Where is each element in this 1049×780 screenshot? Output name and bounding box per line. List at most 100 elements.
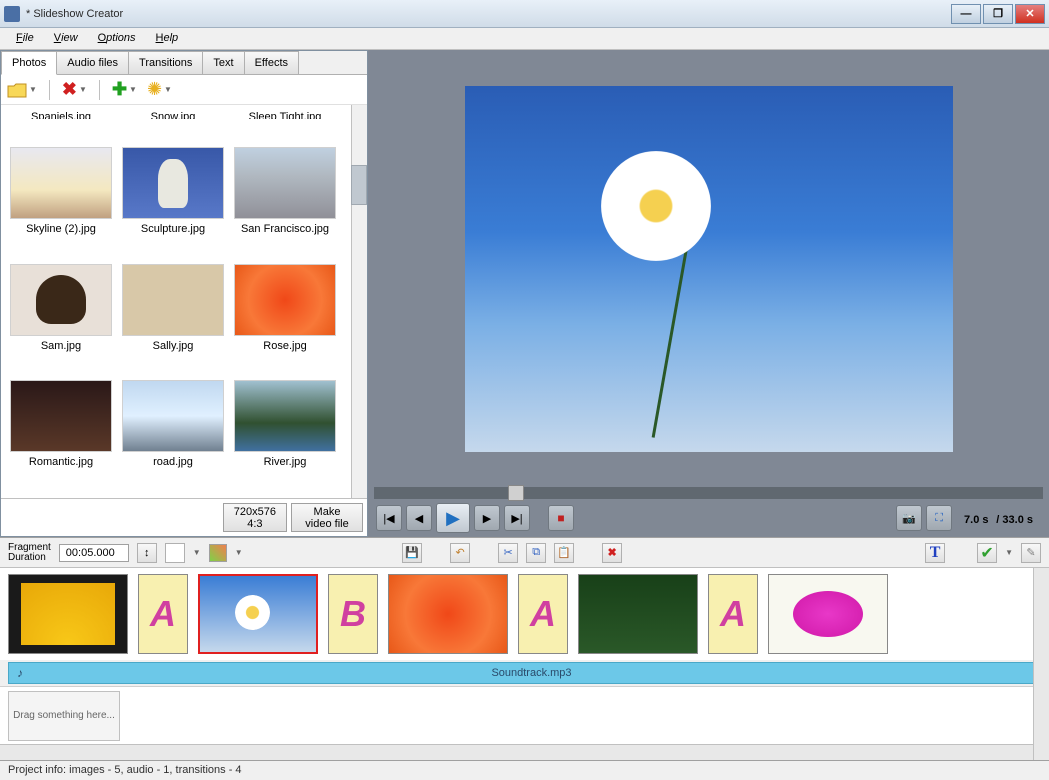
snapshot-button[interactable]: 📷 <box>896 505 922 531</box>
timeline-photo[interactable] <box>578 574 698 654</box>
menu-file[interactable]: File <box>6 28 44 49</box>
color-sample[interactable] <box>209 544 227 562</box>
folder-icon <box>7 81 27 99</box>
photo-item[interactable]: Sculpture.jpg <box>117 145 229 261</box>
tab-audio-files[interactable]: Audio files <box>56 51 129 74</box>
chevron-down-icon[interactable]: ▼ <box>193 548 201 557</box>
stop-button[interactable]: ■ <box>548 505 574 531</box>
photo-grid[interactable]: Spaniels.jpgSnow.jpgSleep Tight.jpg Skyli… <box>1 105 367 498</box>
skip-first-icon: |◀ <box>383 512 394 525</box>
timeline-vertical-scrollbar[interactable] <box>1033 568 1049 760</box>
save-button[interactable]: 💾 <box>402 543 422 563</box>
fragment-color-box[interactable] <box>165 543 185 563</box>
apply-button[interactable]: ✔ <box>977 543 997 563</box>
skip-last-icon: ▶| <box>511 512 522 525</box>
photo-label: Romantic.jpg <box>5 454 117 470</box>
menu-view[interactable]: View <box>44 28 88 49</box>
fullscreen-button[interactable]: ⛶ <box>926 505 952 531</box>
resolution-button[interactable]: 720x576 4:3 <box>223 503 287 532</box>
photo-item[interactable]: Sam.jpg <box>5 262 117 378</box>
chevron-down-icon[interactable]: ▼ <box>235 548 243 557</box>
timeline-photo[interactable] <box>768 574 888 654</box>
menu-options[interactable]: Options <box>88 28 146 49</box>
timeline-photo[interactable] <box>198 574 318 654</box>
photo-item[interactable]: Sleep Tight.jpg <box>229 109 341 121</box>
timeline-transition[interactable]: A <box>708 574 758 654</box>
photo-item[interactable]: Skyline (2).jpg <box>5 145 117 261</box>
next-icon: ▶ <box>483 512 491 525</box>
timeline-horizontal-scrollbar[interactable] <box>0 744 1049 760</box>
window-title: * Slideshow Creator <box>26 8 951 20</box>
seek-bar[interactable] <box>374 487 1043 499</box>
photo-item[interactable]: Sally.jpg <box>117 262 229 378</box>
tab-photos[interactable]: Photos <box>1 51 57 75</box>
photo-item[interactable]: Snow.jpg <box>117 109 229 121</box>
drop-zone[interactable]: Drag something here... <box>8 691 120 741</box>
make-video-button[interactable]: Make video file <box>291 503 363 532</box>
next-button[interactable]: ▶ <box>474 505 500 531</box>
timeline-transition[interactable]: B <box>328 574 378 654</box>
text-button[interactable]: T <box>925 543 945 563</box>
brush-button[interactable]: ✎ <box>1021 543 1041 563</box>
photo-label: Sleep Tight.jpg <box>229 109 341 119</box>
undo-icon: ↶ <box>456 546 465 559</box>
tab-transitions[interactable]: Transitions <box>128 51 203 74</box>
play-button[interactable]: ▶ <box>436 503 470 533</box>
time-display: 7.0 s / 33.0 s <box>956 510 1041 526</box>
last-button[interactable]: ▶| <box>504 505 530 531</box>
timeline-transition[interactable]: A <box>138 574 188 654</box>
prev-button[interactable]: ◀ <box>406 505 432 531</box>
maximize-button[interactable]: ❐ <box>983 4 1013 24</box>
timeline-transition[interactable]: A <box>518 574 568 654</box>
add-button[interactable]: ✚ ▼ <box>110 77 139 102</box>
chevron-down-icon[interactable]: ▼ <box>1005 548 1013 557</box>
delete-timeline-button[interactable]: ✖ <box>602 543 622 563</box>
tab-effects[interactable]: Effects <box>244 51 299 74</box>
transition-letter: B <box>340 593 366 635</box>
tab-text[interactable]: Text <box>202 51 244 74</box>
statusbar: Project info: images - 5, audio - 1, tra… <box>0 760 1049 780</box>
fragment-duration-input[interactable]: 00:05.000 <box>59 544 129 562</box>
camera-icon: 📷 <box>902 512 916 525</box>
timeline-photo[interactable] <box>8 574 128 654</box>
separator <box>49 80 50 100</box>
photo-item[interactable]: Rose.jpg <box>229 262 341 378</box>
timeline-video-row[interactable]: ABAA <box>0 568 1049 660</box>
timeline-toolbar: FragmentDuration 00:05.000 ↕ ▼ ▼ 💾 ↶ ✂ ⧉… <box>0 538 1049 568</box>
left-panel: Photos Audio files Transitions Text Effe… <box>0 50 368 537</box>
photo-item[interactable]: River.jpg <box>229 378 341 494</box>
chevron-down-icon: ▼ <box>164 85 172 94</box>
copy-button[interactable]: ⧉ <box>526 543 546 563</box>
menu-help[interactable]: Help <box>146 28 189 49</box>
close-button[interactable]: ✕ <box>1015 4 1045 24</box>
open-folder-button[interactable]: ▼ <box>5 79 39 101</box>
photo-item[interactable]: San Francisco.jpg <box>229 145 341 261</box>
preview-image <box>465 86 953 452</box>
fragment-stepper[interactable]: ↕ <box>137 543 157 563</box>
photo-item[interactable]: Spaniels.jpg <box>5 109 117 121</box>
scrollbar-thumb[interactable] <box>351 165 367 205</box>
effect-button[interactable]: ✺ ▼ <box>145 77 174 102</box>
delete-button[interactable]: ✖ ▼ <box>60 77 89 102</box>
photo-thumbnail <box>10 264 112 336</box>
preview-frame <box>465 86 953 452</box>
scissors-icon: ✂ <box>504 546 513 559</box>
fragment-duration-label: FragmentDuration <box>8 543 51 563</box>
photo-thumbnail <box>234 264 336 336</box>
timeline-photo[interactable] <box>388 574 508 654</box>
cut-button[interactable]: ✂ <box>498 543 518 563</box>
seek-handle[interactable] <box>508 485 524 501</box>
photo-item[interactable]: road.jpg <box>117 378 229 494</box>
photo-item[interactable]: Romantic.jpg <box>5 378 117 494</box>
undo-button[interactable]: ↶ <box>450 543 470 563</box>
timeline-content: A B A A ♪ Soundtrack.mp3 Drag something her… <box>0 568 1049 760</box>
scrollbar-track[interactable] <box>351 105 367 498</box>
photo-label: Spaniels.jpg <box>5 109 117 119</box>
paste-button[interactable]: 📋 <box>554 543 574 563</box>
minimize-button[interactable]: — <box>951 4 981 24</box>
first-button[interactable]: |◀ <box>376 505 402 531</box>
timeline-audio-row[interactable]: ♪ Soundtrack.mp3 <box>8 662 1041 684</box>
prev-icon: ◀ <box>415 512 423 525</box>
plus-icon: ✚ <box>112 79 127 100</box>
photo-label: San Francisco.jpg <box>229 221 341 237</box>
